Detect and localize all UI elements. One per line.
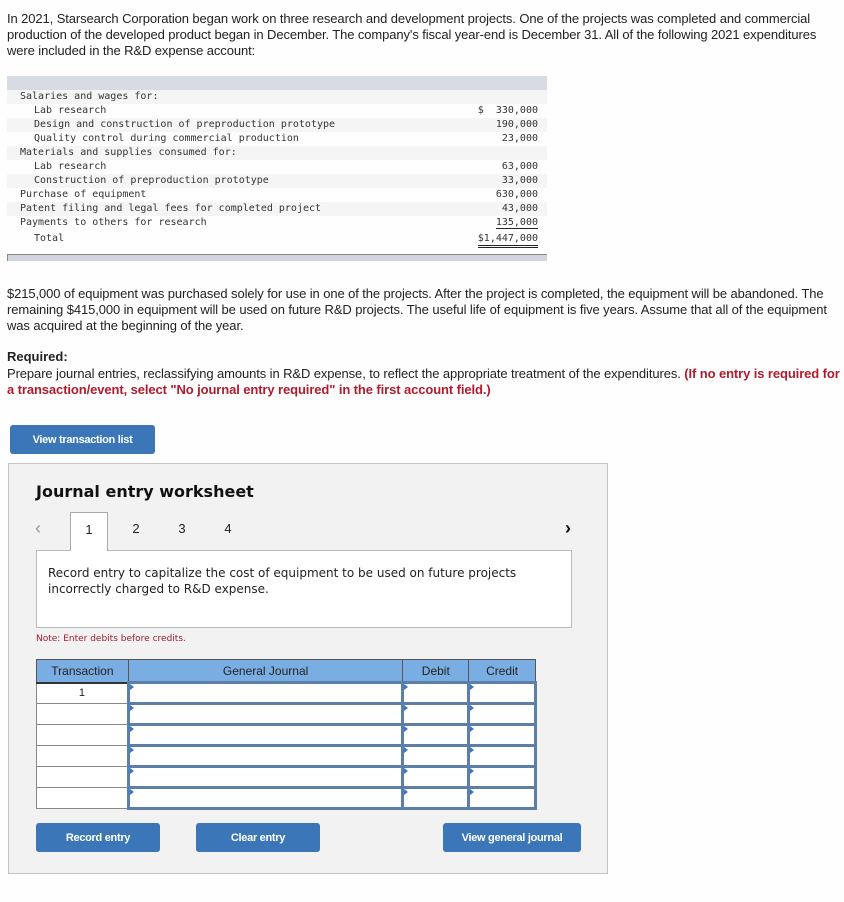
record-entry-button[interactable]: Record entry [36, 823, 160, 852]
expenditure-row: Quality control during commercial produc… [7, 132, 547, 146]
credit-input[interactable] [470, 726, 534, 744]
chevron-right-icon[interactable]: › [565, 518, 571, 539]
journal-row [36, 744, 537, 768]
debit-input[interactable] [404, 705, 468, 723]
worksheet-title: Journal entry worksheet [36, 482, 254, 501]
journal-row [36, 786, 537, 810]
expenditure-row: Construction of preproduction prototype 3… [7, 174, 547, 188]
expenditure-total-row: Total $1,447,000 [7, 230, 547, 250]
expenditures-table: Salaries and wages for: Lab research $ 33… [7, 76, 547, 261]
view-transaction-list-button[interactable]: View transaction list [10, 425, 155, 454]
expenditure-row: Lab research $ 330,000 [7, 104, 547, 118]
debit-input[interactable] [404, 726, 468, 744]
transaction-cell [36, 787, 129, 809]
header-transaction: Transaction [36, 659, 129, 684]
expenditure-row: Design and construction of preproduction… [7, 118, 547, 132]
tab-2[interactable]: 2 [117, 512, 155, 550]
debit-input[interactable] [404, 768, 468, 786]
tab-4[interactable]: 4 [209, 512, 247, 550]
debits-note: Note: Enter debits before credits. [36, 634, 186, 644]
journal-row [36, 723, 537, 747]
credit-input[interactable] [470, 768, 534, 786]
debit-input[interactable] [404, 747, 468, 765]
transaction-cell [36, 724, 129, 746]
journal-row [36, 702, 537, 726]
account-input[interactable] [129, 705, 402, 723]
expenditure-row: Salaries and wages for: [7, 90, 547, 104]
expenditure-row: Purchase of equipment 630,000 [7, 188, 547, 202]
expenditure-row: Payments to others for research 135,000 [7, 216, 547, 230]
total-amount: $1,447,000 [477, 233, 538, 248]
transaction-cell: 1 [36, 682, 129, 704]
required-text: Prepare journal entries, reclassifying a… [7, 366, 840, 397]
transaction-cell [36, 745, 129, 767]
debit-input[interactable] [404, 789, 468, 807]
debit-input[interactable] [404, 684, 468, 702]
required-title: Required: [7, 349, 68, 364]
expenditure-row: Lab research 63,000 [7, 160, 547, 174]
credit-input[interactable] [470, 705, 534, 723]
expenditure-row: Materials and supplies consumed for: [7, 146, 547, 160]
account-input[interactable] [129, 789, 402, 807]
equipment-paragraph: $215,000 of equipment was purchased sole… [7, 286, 827, 333]
journal-entry-worksheet: Journal entry worksheet ‹ 1 2 3 4 › Reco… [8, 463, 608, 874]
journal-row [36, 765, 537, 789]
chevron-left-icon[interactable]: ‹ [35, 518, 41, 539]
account-input[interactable] [129, 768, 402, 786]
entry-description: Record entry to capitalize the cost of e… [36, 550, 572, 628]
expenditures-table-header [7, 76, 547, 90]
worksheet-tabs: ‹ 1 2 3 4 › [9, 512, 609, 551]
credit-input[interactable] [470, 684, 534, 702]
tab-3[interactable]: 3 [163, 512, 201, 550]
journal-table: Transaction General Journal Debit Credit… [36, 659, 537, 810]
credit-input[interactable] [470, 747, 534, 765]
expenditures-table-footer [7, 254, 547, 261]
tab-1[interactable]: 1 [70, 512, 108, 551]
header-debit: Debit [402, 659, 470, 684]
header-general-journal: General Journal [127, 659, 404, 684]
transaction-cell [36, 766, 129, 788]
account-input[interactable] [129, 684, 402, 702]
journal-row: 1 [36, 681, 537, 705]
header-credit: Credit [468, 659, 536, 684]
account-input[interactable] [129, 747, 402, 765]
view-general-journal-button[interactable]: View general journal [443, 823, 581, 852]
problem-intro: In 2021, Starsearch Corporation began wo… [7, 11, 817, 58]
transaction-cell [36, 703, 129, 725]
expenditure-row: Patent filing and legal fees for complet… [7, 202, 547, 216]
account-input[interactable] [129, 726, 402, 744]
clear-entry-button[interactable]: Clear entry [196, 823, 320, 852]
credit-input[interactable] [470, 789, 534, 807]
